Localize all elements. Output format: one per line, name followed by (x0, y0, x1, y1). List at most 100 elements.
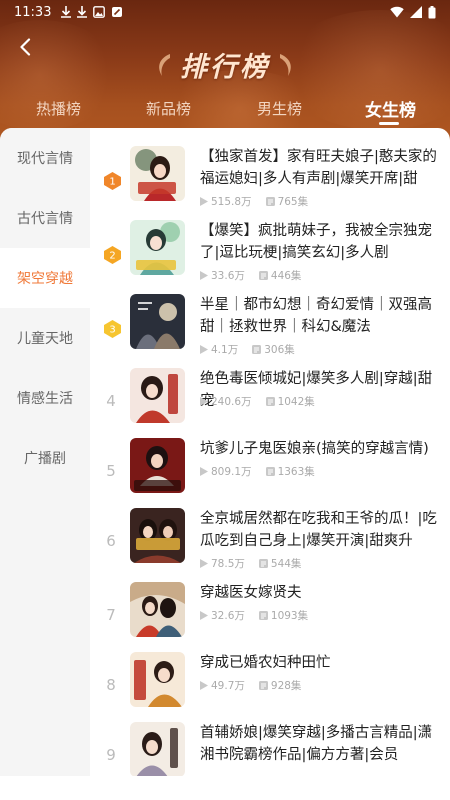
sidebar-item-label: 情感生活 (17, 391, 73, 407)
svg-text:3: 3 (109, 325, 115, 336)
list-item[interactable]: 6 全京城居然都在吃我和王爷的瓜！|吃瓜吃到自己身上|爆笑开演|甜爽升级|...… (90, 508, 450, 578)
sidebar-item-label: 现代言情 (17, 151, 73, 167)
list-item[interactable]: 1 【独家首发】家有旺夫娘子|憨夫家的福运媳妇|多人有声剧|爆笑开席|甜爽...… (90, 146, 450, 216)
audiobook-stats: 515.8万 765集 (200, 194, 308, 209)
active-tab-indicator (379, 122, 399, 125)
list-item[interactable]: 3 半星｜都市幻想｜奇幻爱情｜双强高甜｜拯救世界｜科幻&魔法 4.1万 306集 (90, 294, 450, 364)
episode-list-icon (265, 467, 275, 476)
episode-list-icon (258, 611, 268, 620)
audiobook-stats: 32.6万 1093集 (200, 608, 308, 623)
episode-count: 1093集 (270, 610, 309, 622)
episode-list-icon (265, 197, 275, 206)
tab-male[interactable]: 男生榜 (257, 92, 302, 124)
back-button[interactable] (12, 34, 38, 60)
play-count: 515.8万 (211, 196, 252, 208)
download-icon (61, 6, 72, 18)
play-count: 240.6万 (211, 396, 252, 408)
audiobook-title: 半星｜都市幻想｜奇幻爱情｜双强高甜｜拯救世界｜科幻&魔法 (200, 297, 432, 335)
category-sidebar: 现代言情 古代言情 架空穿越 儿童天地 情感生活 广播剧 (0, 128, 90, 800)
audiobook-title: 穿越医女嫁贤夫 (200, 585, 302, 601)
content-panel: 现代言情 古代言情 架空穿越 儿童天地 情感生活 广播剧 1 【独家首发】家有旺… (0, 128, 450, 800)
play-count: 78.5万 (211, 558, 245, 570)
list-item[interactable]: 8 穿成已婚农妇种田忙 49.7万 928集 (90, 652, 450, 722)
audiobook-title: 穿成已婚农妇种田忙 (200, 655, 331, 671)
play-icon (200, 467, 208, 476)
sidebar-item-ancient-romance[interactable]: 古代言情 (0, 188, 90, 248)
download-icon (77, 6, 88, 18)
episode-list-icon (258, 559, 268, 568)
play-count: 49.7万 (211, 680, 245, 692)
wifi-icon (390, 6, 404, 18)
episode-list-icon (258, 681, 268, 690)
status-time: 11:33 (14, 4, 52, 20)
episode-count: 544集 (270, 558, 302, 570)
cover-image (130, 582, 185, 637)
rank-number: 4 (106, 392, 116, 410)
chevron-left-icon (20, 38, 31, 56)
sidebar-item-label: 儿童天地 (17, 331, 73, 347)
list-item[interactable]: 7 穿越医女嫁贤夫 32.6万 1093集 (90, 582, 450, 652)
play-icon (200, 611, 208, 620)
image-icon (93, 6, 106, 18)
sidebar-item-radio-drama[interactable]: 广播剧 (0, 428, 90, 488)
list-item[interactable]: 2 【爆笑】疯批萌妹子，我被全宗独宠了|逗比玩梗|搞笑玄幻|多人剧 33.6万 … (90, 220, 450, 290)
rank-medal-icon: 2 (104, 246, 121, 264)
svg-text:1: 1 (109, 177, 115, 188)
cover-image (130, 294, 185, 349)
audiobook-title: 首辅娇娘|爆笑穿越|多播古言精品|潇湘书院霸榜作品|偏方方著|会员 (200, 725, 433, 763)
episode-list-icon (258, 271, 268, 280)
list-item[interactable]: 5 坑爹儿子鬼医娘亲(搞笑的穿越言情) 809.1万 1363集 (90, 438, 450, 508)
audiobook-stats: 240.6万 1042集 (200, 394, 315, 409)
play-icon (200, 397, 208, 406)
play-count: 4.1万 (211, 344, 239, 356)
cover-image (130, 652, 185, 707)
audiobook-title: 【爆笑】疯批萌妹子，我被全宗独宠了|逗比玩梗|搞笑玄幻|多人剧 (200, 223, 432, 261)
bottom-safe-area (0, 776, 450, 800)
sidebar-item-children[interactable]: 儿童天地 (0, 308, 90, 368)
episode-count: 446集 (270, 270, 302, 282)
tab-new[interactable]: 新品榜 (146, 92, 191, 124)
sidebar-item-emotional-life[interactable]: 情感生活 (0, 368, 90, 428)
audiobook-title: 全京城居然都在吃我和王爷的瓜！|吃瓜吃到自己身上|爆笑开演|甜爽升级|... (200, 511, 437, 549)
sidebar-item-modern-romance[interactable]: 现代言情 (0, 128, 90, 188)
cover-image (130, 508, 185, 563)
play-icon (200, 197, 208, 206)
ranking-tabs: 热播榜 新品榜 男生榜 女生榜 (0, 92, 450, 124)
episode-list-icon (265, 397, 275, 406)
list-item[interactable]: 4 绝色毒医倾城妃|爆笑多人剧|穿越|甜宠 240.6万 1042集 (90, 368, 450, 438)
sidebar-item-label: 古代言情 (17, 211, 73, 227)
audiobook-stats: 4.1万 306集 (200, 342, 295, 357)
cover-image (130, 438, 185, 493)
rank-number: 7 (106, 606, 116, 624)
svg-text:2: 2 (109, 251, 115, 262)
audiobook-stats: 49.7万 928集 (200, 678, 301, 693)
rank-number: 5 (106, 462, 116, 480)
play-icon (200, 271, 208, 280)
sidebar-item-time-travel[interactable]: 架空穿越 (0, 248, 90, 308)
rank-number: 8 (106, 676, 116, 694)
cover-image (130, 146, 185, 201)
cover-image (130, 722, 185, 777)
tab-hot[interactable]: 热播榜 (36, 92, 81, 124)
audiobook-stats: 809.1万 1363集 (200, 464, 315, 479)
sidebar-item-label: 广播剧 (24, 451, 66, 467)
audiobook-title: 【独家首发】家有旺夫娘子|憨夫家的福运媳妇|多人有声剧|爆笑开席|甜爽... (200, 149, 437, 187)
cover-image (130, 220, 185, 275)
battery-icon (428, 5, 436, 18)
title-right-ornament-icon (280, 54, 291, 76)
cover-image (130, 368, 185, 423)
play-count: 33.6万 (211, 270, 245, 282)
episode-count: 1363集 (277, 466, 315, 478)
audiobook-stats: 33.6万 446集 (200, 268, 301, 283)
tab-female[interactable]: 女生榜 (365, 92, 416, 124)
audiobook-stats: 78.5万 544集 (200, 556, 301, 571)
audiobook-title: 坑爹儿子鬼医娘亲(搞笑的穿越言情) (200, 441, 429, 457)
episode-list-icon (252, 345, 262, 354)
episode-count: 1042集 (277, 396, 315, 408)
rank-medal-icon: 1 (104, 172, 121, 190)
page-title: 排行榜 (180, 51, 270, 83)
rank-number: 9 (106, 746, 116, 764)
play-count: 809.1万 (211, 466, 252, 478)
sidebar-item-label: 架空穿越 (17, 271, 73, 287)
play-icon (200, 681, 208, 690)
